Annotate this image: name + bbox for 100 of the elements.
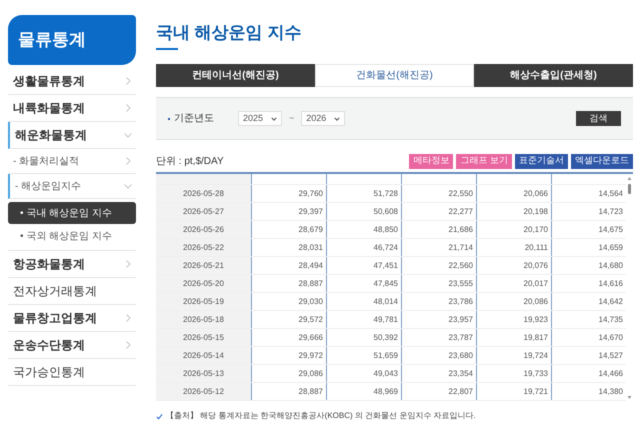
sidebar-item[interactable]: 국가승인통계 bbox=[8, 359, 136, 386]
table-cell: 20,076 bbox=[476, 257, 551, 274]
table-cell: 49,781 bbox=[326, 311, 401, 328]
table-cell: 19,923 bbox=[476, 311, 551, 328]
table-cell: 14,735 bbox=[551, 311, 626, 328]
table-cell: 28,031 bbox=[251, 239, 326, 256]
table-cell: 14,659 bbox=[551, 239, 626, 256]
page-title: 국내 해상운임 지수 bbox=[156, 22, 302, 44]
chevron-right-icon bbox=[124, 314, 132, 322]
date-cell: 2026-05-26 bbox=[156, 221, 251, 238]
check-icon bbox=[156, 412, 163, 420]
table-cell: 50,392 bbox=[326, 329, 401, 346]
action-button[interactable]: 엑셀다운로드 bbox=[571, 154, 633, 168]
table-cell: 29,760 bbox=[251, 185, 326, 202]
sidebar-item[interactable]: 물류창고업통계 bbox=[8, 305, 136, 332]
table-cell: 14,527 bbox=[551, 347, 626, 364]
table-cell: 51,659 bbox=[326, 347, 401, 364]
table-cell: 29,572 bbox=[251, 311, 326, 328]
source-note: 【출처】 해당 통계자료는 한국해양진흥공사(KOBC) 의 건화물선 운임지수 자료입니다. bbox=[166, 410, 476, 422]
sidebar-link[interactable]: • 국내 해상운임 지수 bbox=[8, 202, 136, 224]
table-cell: 23,680 bbox=[401, 347, 476, 364]
table-cell: 29,972 bbox=[251, 347, 326, 364]
table-cell: 20,111 bbox=[476, 239, 551, 256]
date-cell: 2026-05-19 bbox=[156, 293, 251, 310]
table-cell: 29,030 bbox=[251, 293, 326, 310]
table-cell: 23,957 bbox=[401, 311, 476, 328]
table-cell: 22,560 bbox=[401, 257, 476, 274]
table-cell: 46,724 bbox=[326, 239, 401, 256]
table-cell: 28,887 bbox=[251, 383, 326, 400]
year-select[interactable]: 2025 bbox=[238, 111, 282, 126]
table-cell: 23,786 bbox=[401, 293, 476, 310]
table-cell: 29,397 bbox=[251, 203, 326, 220]
table-cell: 28,887 bbox=[251, 275, 326, 292]
tab[interactable]: 컨테이너선(해진공) bbox=[156, 64, 315, 87]
caret-icon bbox=[334, 116, 340, 122]
table-cell: 23,787 bbox=[401, 329, 476, 346]
table-cell: 14,564 bbox=[551, 185, 626, 202]
table-cell: 29,086 bbox=[251, 365, 326, 382]
sidebar-item[interactable]: 해운화물통계 bbox=[8, 122, 136, 149]
table-cell: 48,850 bbox=[326, 221, 401, 238]
action-button[interactable]: 표준기술서 bbox=[515, 154, 568, 168]
date-cell: 2026-05-20 bbox=[156, 275, 251, 292]
date-cell: 2026-05-13 bbox=[156, 365, 251, 382]
table-cell: 14,680 bbox=[551, 257, 626, 274]
sidebar-item[interactable]: 운송수단통계 bbox=[8, 332, 136, 359]
chevron-right-icon bbox=[124, 341, 132, 349]
sidebar-item[interactable]: 항공화물통계 bbox=[8, 251, 136, 278]
table-cell: 21,714 bbox=[401, 239, 476, 256]
table-cell: 51,728 bbox=[326, 185, 401, 202]
tab[interactable]: 건화물선(해진공) bbox=[315, 64, 474, 87]
table-cell: 20,170 bbox=[476, 221, 551, 238]
date-cell: 2026-05-27 bbox=[156, 203, 251, 220]
sidebar-link[interactable]: • 국외 해상운임 지수 bbox=[8, 225, 136, 247]
table-cell: 14,675 bbox=[551, 221, 626, 238]
chevron-right-icon bbox=[124, 157, 132, 165]
table-cell: 14,642 bbox=[551, 293, 626, 310]
table-cell: 22,807 bbox=[401, 383, 476, 400]
table-cell: 14,616 bbox=[551, 275, 626, 292]
date-cell: 2026-05-21 bbox=[156, 257, 251, 274]
chevron-down-icon bbox=[124, 131, 132, 139]
table-cell: 23,555 bbox=[401, 275, 476, 292]
table-cell: 20,198 bbox=[476, 203, 551, 220]
table-cell: 21,686 bbox=[401, 221, 476, 238]
sidebar-item[interactable]: 내륙화물통계 bbox=[8, 95, 136, 122]
sidebar-item[interactable]: 생활물류통계 bbox=[8, 68, 136, 95]
table-cell: 23,354 bbox=[401, 365, 476, 382]
sidebar-subitem[interactable]: - 해상운임지수 bbox=[8, 174, 136, 199]
table-cell: 19,721 bbox=[476, 383, 551, 400]
table-cell: 28,679 bbox=[251, 221, 326, 238]
range-separator: ~ bbox=[289, 112, 294, 125]
chevron-down-icon bbox=[124, 182, 132, 190]
table-cell: 47,845 bbox=[326, 275, 401, 292]
filter-label: 기준년도 bbox=[174, 112, 215, 126]
table-cell: 50,608 bbox=[326, 203, 401, 220]
unit-label: 단위 : pt,$/DAY bbox=[156, 154, 224, 168]
table-cell: 19,724 bbox=[476, 347, 551, 364]
table-cell: 28,494 bbox=[251, 257, 326, 274]
sidebar-item[interactable]: 전자상거래통계 bbox=[8, 278, 136, 305]
table-cell: 14,466 bbox=[551, 365, 626, 382]
year-select[interactable]: 2026 bbox=[301, 111, 346, 126]
table-cell: 19,733 bbox=[476, 365, 551, 382]
table-cell: 47,451 bbox=[326, 257, 401, 274]
table-cell: 22,550 bbox=[401, 185, 476, 202]
table-cell: 14,670 bbox=[551, 329, 626, 346]
table-cell: 29,666 bbox=[251, 329, 326, 346]
sidebar-subitem[interactable]: - 화물처리실적 bbox=[8, 149, 136, 174]
date-cell: 2026-05-14 bbox=[156, 347, 251, 364]
date-cell: 2026-05-15 bbox=[156, 329, 251, 346]
table-cell: 20,086 bbox=[476, 293, 551, 310]
caret-icon bbox=[271, 116, 277, 122]
table-cell: 22,277 bbox=[401, 203, 476, 220]
search-button[interactable]: 검색 bbox=[576, 111, 621, 126]
chevron-right-icon bbox=[124, 104, 132, 112]
sidebar-title: 물류통계 bbox=[8, 15, 136, 65]
table-cell: 48,969 bbox=[326, 383, 401, 400]
date-cell: 2026-05-22 bbox=[156, 239, 251, 256]
table-cell: 20,017 bbox=[476, 275, 551, 292]
tab[interactable]: 해상수출입(관세청) bbox=[474, 64, 633, 87]
table-cell: 14,380 bbox=[551, 383, 626, 400]
table-cell: 14,723 bbox=[551, 203, 626, 220]
